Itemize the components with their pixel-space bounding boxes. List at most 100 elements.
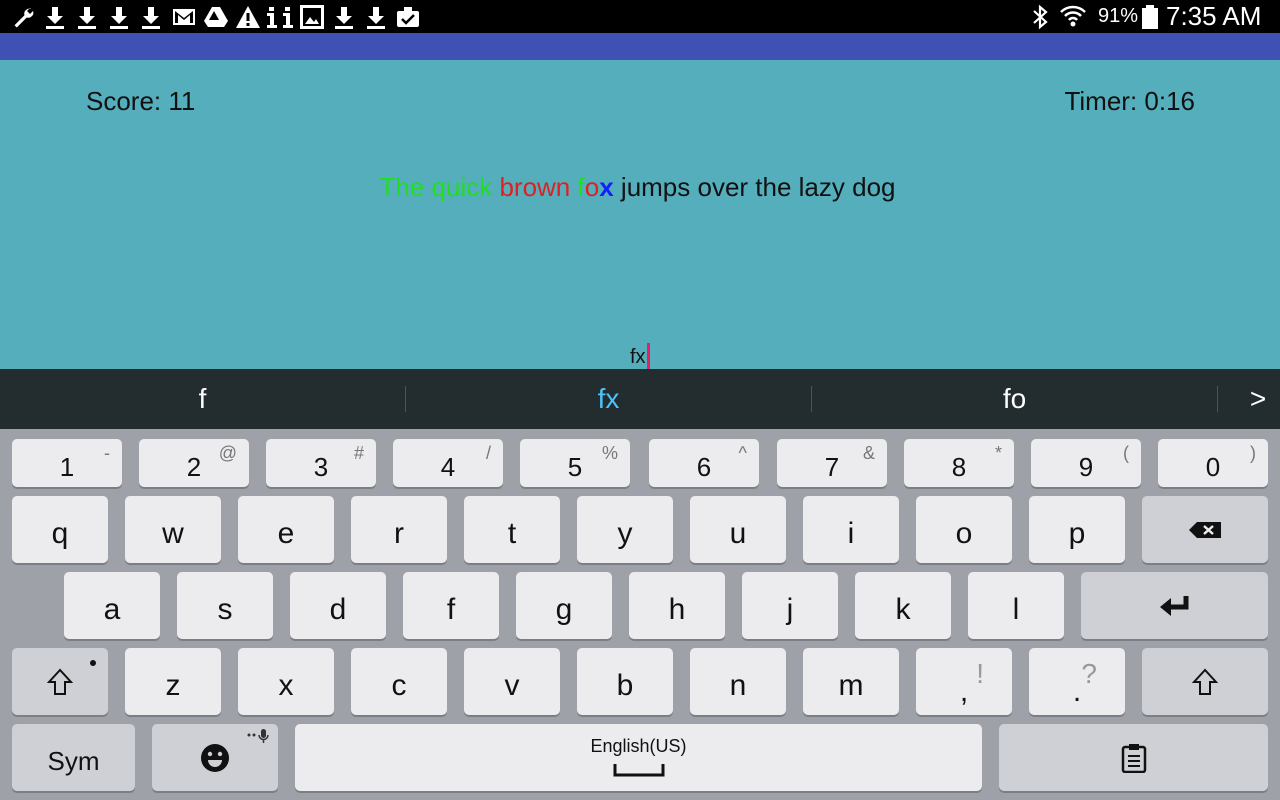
shift-key-left[interactable]: [12, 648, 108, 715]
status-bar: 91% 7:35 AM: [0, 0, 1280, 33]
key-h[interactable]: h: [629, 572, 725, 639]
key-label: x: [278, 668, 294, 702]
key-s[interactable]: s: [177, 572, 273, 639]
key-hint: &: [862, 443, 875, 463]
clipboard-check-icon: [395, 4, 421, 30]
key-label: 6: [696, 451, 712, 482]
suggestion-item[interactable]: f: [0, 369, 405, 429]
battery-percent: 91%: [1098, 5, 1139, 27]
key-label: d: [329, 592, 347, 626]
key-7[interactable]: 7 &: [777, 439, 887, 487]
suggestions-more-button[interactable]: >: [1236, 369, 1280, 429]
image-icon: [299, 4, 325, 30]
gmail-icon: [171, 4, 197, 30]
enter-key[interactable]: [1081, 572, 1268, 639]
target-sentence: The quick brown fox jumps over the lazy …: [0, 172, 1275, 203]
key-z[interactable]: z: [125, 648, 221, 715]
suggestion-divider: [1217, 386, 1218, 412]
sentence-space: [570, 172, 577, 202]
key-label: Sym: [47, 746, 100, 776]
key-label: g: [555, 592, 573, 626]
key-c[interactable]: c: [351, 648, 447, 715]
key-1[interactable]: 1-: [12, 439, 122, 487]
key-m[interactable]: m: [803, 648, 899, 715]
key-q[interactable]: q: [12, 496, 108, 563]
key-0[interactable]: 0): [1158, 439, 1268, 487]
key-9[interactable]: 9(: [1031, 439, 1141, 487]
key-comma[interactable]: ,!: [916, 648, 1012, 715]
key-label: 9: [1078, 451, 1094, 482]
emoji-icon: [201, 743, 229, 772]
key-i[interactable]: i: [803, 496, 899, 563]
key-5[interactable]: 5%: [520, 439, 630, 487]
typing-input[interactable]: fx: [630, 343, 650, 369]
key-v[interactable]: v: [464, 648, 560, 715]
key-k[interactable]: k: [855, 572, 951, 639]
clipboard-icon: [1121, 743, 1146, 773]
key-label: z: [165, 668, 181, 702]
key-f[interactable]: f: [403, 572, 499, 639]
key-2[interactable]: 2 @: [139, 439, 249, 487]
key-hint: /: [485, 443, 491, 463]
key-a[interactable]: a: [64, 572, 160, 639]
key-w[interactable]: w: [125, 496, 221, 563]
key-o[interactable]: o: [916, 496, 1012, 563]
wifi-icon: [1059, 0, 1087, 33]
sym-key[interactable]: Sym: [12, 724, 135, 791]
text-cursor: [646, 343, 650, 369]
key-label: 0: [1205, 451, 1221, 482]
key-label: 4: [440, 451, 456, 482]
key-label: 8: [951, 451, 967, 482]
key-label: r: [394, 516, 404, 550]
key-p[interactable]: p: [1029, 496, 1125, 563]
backspace-key[interactable]: [1142, 496, 1268, 563]
microphone-icon: [247, 729, 269, 743]
key-x[interactable]: x: [238, 648, 334, 715]
key-label: j: [786, 592, 794, 626]
suggestion-item[interactable]: fo: [812, 369, 1217, 429]
key-hint: @: [218, 443, 237, 463]
key-label: b: [616, 668, 634, 702]
key-6[interactable]: 6 ^: [649, 439, 759, 487]
key-r[interactable]: r: [351, 496, 447, 563]
key-n[interactable]: n: [690, 648, 786, 715]
key-hint: *: [994, 443, 1002, 463]
key-3[interactable]: 3 #: [266, 439, 376, 487]
clipboard-key[interactable]: [999, 724, 1268, 791]
sentence-current-correct: f: [577, 172, 585, 202]
key-e[interactable]: e: [238, 496, 334, 563]
key-4[interactable]: 4/: [393, 439, 503, 487]
space-key[interactable]: English(US): [295, 724, 982, 791]
score-label: Score: 11: [86, 86, 196, 116]
download-icon: [331, 4, 357, 30]
shift-indicator-dot: [90, 660, 96, 666]
key-l[interactable]: l: [968, 572, 1064, 639]
typing-input-value: fx: [630, 346, 646, 368]
download-icon: [74, 4, 100, 30]
suggestion-item-selected[interactable]: fx: [406, 369, 811, 429]
shift-key-right[interactable]: [1142, 648, 1268, 715]
drive-icon: [203, 4, 229, 30]
key-j[interactable]: j: [742, 572, 838, 639]
key-hint: #: [353, 443, 364, 463]
space-icon: [613, 764, 664, 777]
key-label: s: [217, 592, 233, 626]
key-b[interactable]: b: [577, 648, 673, 715]
key-label: a: [103, 592, 121, 626]
key-period[interactable]: .?: [1029, 648, 1125, 715]
key-u[interactable]: u: [690, 496, 786, 563]
key-label: l: [1012, 592, 1020, 626]
keyboard-language-label: English(US): [590, 736, 687, 756]
key-y[interactable]: y: [577, 496, 673, 563]
download-icon: [363, 4, 389, 30]
key-label: c: [391, 668, 407, 702]
emoji-key[interactable]: [152, 724, 278, 791]
key-label: e: [277, 516, 295, 550]
key-t[interactable]: t: [464, 496, 560, 563]
clock: 7:35 AM: [1166, 1, 1262, 31]
key-hint: ^: [738, 443, 747, 463]
game-area: Score: 11 Timer: 0:16 The quick brown fo…: [0, 60, 1280, 369]
key-g[interactable]: g: [516, 572, 612, 639]
key-d[interactable]: d: [290, 572, 386, 639]
key-8[interactable]: 8 *: [904, 439, 1014, 487]
